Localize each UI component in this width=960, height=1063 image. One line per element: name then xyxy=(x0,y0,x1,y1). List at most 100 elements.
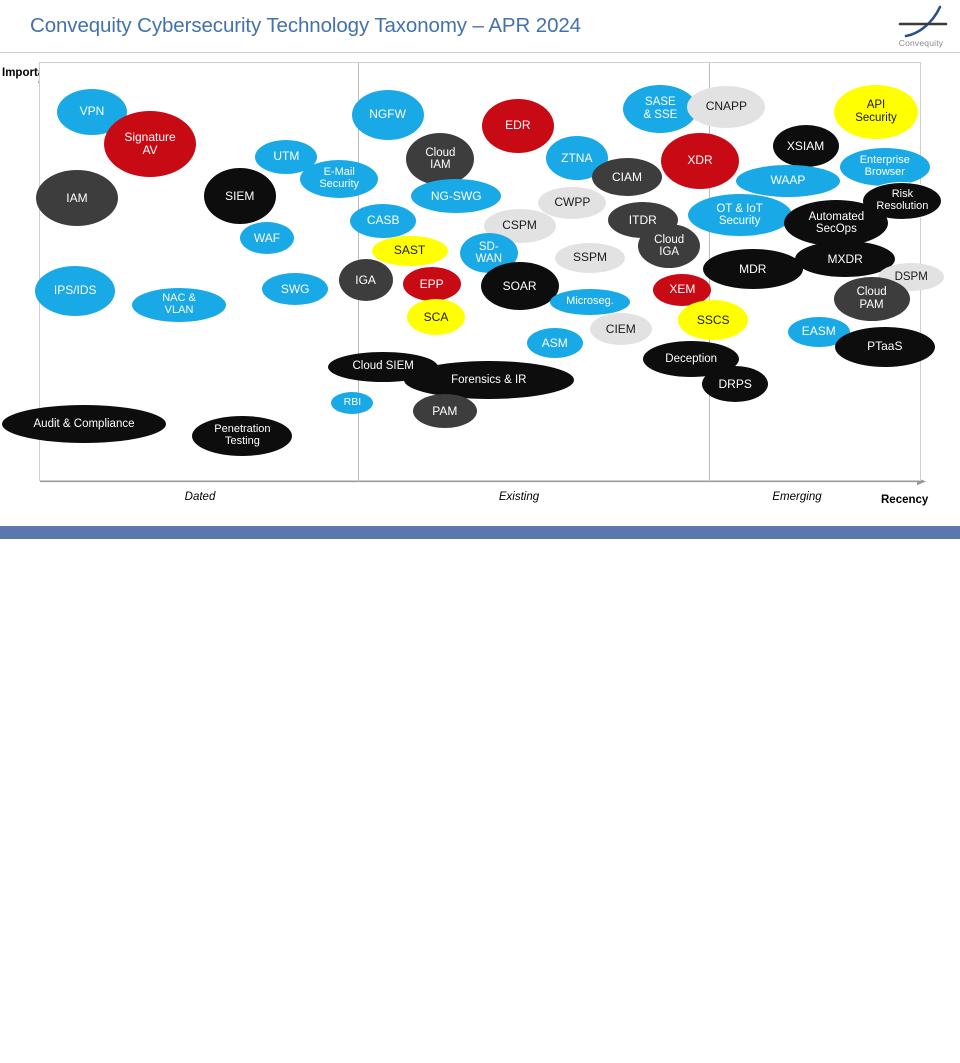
bubble-cnapp[interactable]: CNAPP xyxy=(687,85,766,128)
bubble-edr[interactable]: EDR xyxy=(481,98,554,153)
bubble-label: Automated SecOps xyxy=(808,210,865,236)
bubble-mdr[interactable]: MDR xyxy=(702,249,803,290)
bubble-label: EASM xyxy=(801,324,836,339)
convequity-logo: Convequity xyxy=(888,4,954,50)
bubble-cwpp[interactable]: CWPP xyxy=(538,186,607,219)
bubble-label: SAST xyxy=(393,243,426,258)
bubble-api-security[interactable]: API Security xyxy=(834,84,918,139)
bubble-label: Forensics & IR xyxy=(451,373,527,386)
bubble-iam[interactable]: IAM xyxy=(35,170,118,227)
bubble-e-mail-security[interactable]: E-Mail Security xyxy=(300,159,379,198)
bubble-label: Penetration Testing xyxy=(214,423,271,448)
footer-page-number: 1 xyxy=(934,1053,940,1063)
bubble-automated-secops[interactable]: Automated SecOps xyxy=(784,200,889,247)
bubble-label: Cloud IGA xyxy=(654,234,685,259)
x-tick-emerging: Emerging xyxy=(772,491,822,503)
bubble-label: Cloud IAM xyxy=(425,146,456,171)
bubble-label: Enterprise Browser xyxy=(859,154,910,179)
bubble-waap[interactable]: WAAP xyxy=(736,164,840,197)
bubble-label: Audit & Compliance xyxy=(33,417,135,430)
logo-wordmark: Convequity xyxy=(898,38,944,48)
bubble-label: NAC & VLAN xyxy=(162,291,196,316)
bubble-swg[interactable]: SWG xyxy=(262,273,329,305)
bubble-label: IPS/IDS xyxy=(53,283,97,298)
bubble-label: SCA xyxy=(423,309,449,324)
bubble-label: API Security xyxy=(855,99,897,124)
footer-copyright: © Convequity Ltd. All Rights Reserved. xyxy=(785,1054,915,1063)
bubble-soar[interactable]: SOAR xyxy=(480,262,559,311)
bubble-label: CIAM xyxy=(611,169,642,184)
bubble-label: Deception xyxy=(665,352,718,365)
bubble-label: CNAPP xyxy=(705,99,748,114)
bubble-label: EPP xyxy=(419,276,444,291)
page-title: Convequity Cybersecurity Technology Taxo… xyxy=(30,14,581,37)
x-axis-label: Recency xyxy=(881,494,929,506)
bubble-pam[interactable]: PAM xyxy=(412,394,477,429)
bubble-drps[interactable]: DRPS xyxy=(702,366,769,403)
bubble-label: Microseg. xyxy=(566,294,614,307)
bubble-nac-and-vlan[interactable]: NAC & VLAN xyxy=(132,287,227,322)
bubble-siem[interactable]: SIEM xyxy=(203,168,276,225)
bubble-microseg[interactable]: Microseg. xyxy=(550,288,630,315)
bubble-label: RBI xyxy=(343,396,362,409)
header-divider xyxy=(0,52,960,53)
bubble-sase-and-sse[interactable]: SASE & SSE xyxy=(623,84,698,133)
bubble-cloud-pam[interactable]: Cloud PAM xyxy=(833,276,910,321)
bubble-asm[interactable]: ASM xyxy=(526,328,583,359)
bubble-label: SSCS xyxy=(696,312,730,327)
bubble-label: NG-SWG xyxy=(430,188,482,203)
bubble-cloud-iga[interactable]: Cloud IGA xyxy=(638,224,701,269)
bubble-ng-swg[interactable]: NG-SWG xyxy=(411,179,502,214)
bubble-rbi[interactable]: RBI xyxy=(331,391,374,414)
bubble-penetration-testing[interactable]: Penetration Testing xyxy=(192,416,293,457)
bubble-label: SOAR xyxy=(502,278,537,293)
bubble-label: ZTNA xyxy=(561,150,593,165)
bubble-label: DRPS xyxy=(718,376,752,391)
bubble-label: WAAP xyxy=(770,173,806,188)
bubble-sast[interactable]: SAST xyxy=(371,235,448,266)
bubble-label: XDR xyxy=(687,153,713,168)
bubble-ciam[interactable]: CIAM xyxy=(591,158,662,197)
bubble-label: WAF xyxy=(253,230,281,245)
bubble-label: SD- WAN xyxy=(475,240,502,266)
bubble-label: NGFW xyxy=(369,107,406,122)
bubble-label: CASB xyxy=(366,213,400,228)
bubble-label: VPN xyxy=(79,104,105,119)
bubble-sca[interactable]: SCA xyxy=(407,299,465,336)
bubble-ips-ids[interactable]: IPS/IDS xyxy=(35,265,116,316)
bubble-label: UTM xyxy=(273,149,300,164)
bubble-enterprise-browser[interactable]: Enterprise Browser xyxy=(839,148,930,187)
bubble-label: Signature AV xyxy=(124,130,176,158)
bubble-forensics-and-ir[interactable]: Forensics & IR xyxy=(403,360,574,399)
bubble-label: IAM xyxy=(66,190,88,205)
bubble-label: SWG xyxy=(280,281,310,296)
logo-mark-icon xyxy=(898,5,948,38)
bubble-epp[interactable]: EPP xyxy=(402,267,461,302)
bubble-label: SIEM xyxy=(225,188,255,203)
bubble-label: Cloud SIEM xyxy=(352,360,414,373)
bubble-iga[interactable]: IGA xyxy=(338,259,393,302)
bubble-label: ITDR xyxy=(628,212,657,227)
bubble-label: PAM xyxy=(432,403,458,418)
bubble-ciem[interactable]: CIEM xyxy=(589,313,652,346)
bubble-xdr[interactable]: XDR xyxy=(661,132,739,189)
bubble-label: MDR xyxy=(739,261,767,276)
bubble-label: E-Mail Security xyxy=(319,165,360,190)
bubble-audit-and-compliance[interactable]: Audit & Compliance xyxy=(2,404,166,443)
bubble-ptaas[interactable]: PTaaS xyxy=(834,326,935,367)
bubble-sspm[interactable]: SSPM xyxy=(555,242,625,273)
bubble-label: CSPM xyxy=(502,218,537,233)
x-tick-existing: Existing xyxy=(498,491,540,503)
bubble-casb[interactable]: CASB xyxy=(350,203,417,238)
bubble-sscs[interactable]: SSCS xyxy=(678,300,749,341)
bubble-cloud-iam[interactable]: Cloud IAM xyxy=(406,132,475,185)
x-tick-dated: Dated xyxy=(184,491,216,503)
bubble-ngfw[interactable]: NGFW xyxy=(351,89,424,140)
bubble-xsiam[interactable]: XSIAM xyxy=(772,125,839,168)
bubble-ot-and-iot-security[interactable]: OT & IoT Security xyxy=(687,194,792,237)
footer-bar: © Convequity Ltd. All Rights Reserved. 1 xyxy=(0,526,960,1063)
bubble-waf[interactable]: WAF xyxy=(240,222,295,255)
bubble-label: SASE & SSE xyxy=(643,96,678,121)
bubble-signature-av[interactable]: Signature AV xyxy=(104,111,196,178)
bubble-label: CIEM xyxy=(605,321,636,336)
